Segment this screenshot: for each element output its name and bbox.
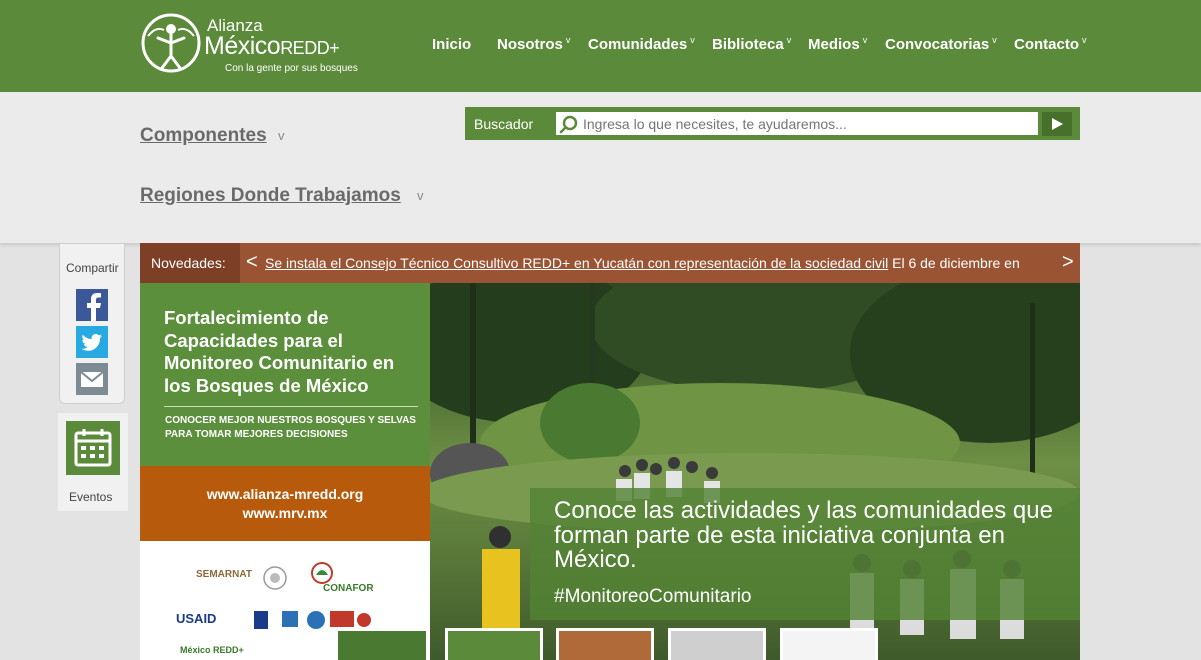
- ticker-label: Novedades:: [140, 243, 240, 283]
- chevron-down-icon: v: [690, 35, 695, 45]
- nav-biblioteca[interactable]: Biblioteca v: [712, 35, 792, 53]
- nav-inicio[interactable]: Inicio: [432, 36, 471, 53]
- nav-convocatorias[interactable]: Convocatorias v: [885, 35, 997, 53]
- search-icon: [559, 115, 578, 134]
- facebook-share-button[interactable]: [76, 289, 108, 321]
- carousel-thumb[interactable]: [335, 628, 429, 660]
- mexico-seal-icon: [263, 566, 287, 590]
- chevron-down-icon: v: [417, 188, 424, 203]
- nav-comunidades-label: Comunidades: [588, 36, 688, 53]
- hero-banner[interactable]: Fortalecimiento de Capacidades para el M…: [140, 283, 1080, 660]
- nav-nosotros[interactable]: Nosotros v: [497, 35, 571, 53]
- hero-info-panel: Fortalecimiento de Capacidades para el M…: [140, 283, 430, 466]
- calendar-tile: [66, 421, 120, 475]
- tree-person-logo-icon: [141, 13, 201, 73]
- events-button[interactable]: Eventos: [58, 413, 128, 511]
- mexico-redd-logo: México REDD+: [180, 645, 244, 655]
- twitter-icon: [81, 334, 102, 351]
- logo-redd-word: REDD+: [280, 38, 340, 58]
- facebook-icon: [87, 293, 101, 321]
- hero-panel-title: Fortalecimiento de Capacidades para el M…: [164, 307, 395, 396]
- ticker-trailing-text: El 6 de diciembre en: [888, 255, 1020, 271]
- hero-caption: Conoce las actividades y las comunidades…: [554, 497, 1053, 573]
- carousel-thumb[interactable]: [780, 628, 878, 660]
- chevron-down-icon: v: [992, 35, 997, 45]
- nav-contacto[interactable]: Contacto v: [1014, 35, 1087, 53]
- ticker-prev-button[interactable]: <: [246, 251, 258, 274]
- hero-caption-box: Conoce las actividades y las comunidades…: [530, 488, 1080, 620]
- chevron-down-icon: v: [862, 35, 868, 45]
- usaid-logo: USAID: [176, 611, 217, 626]
- ticker-text: Se instala el Consejo Técnico Consultivo…: [265, 255, 1055, 271]
- envelope-icon: [80, 371, 104, 387]
- conafor-logo: CONAFOR: [323, 583, 374, 594]
- carousel-thumb[interactable]: [556, 628, 654, 660]
- divider: [164, 406, 418, 407]
- chevron-down-icon: v: [278, 128, 285, 143]
- conafor-tree-icon: [311, 562, 333, 584]
- events-label: Eventos: [69, 490, 113, 504]
- nav-nosotros-label: Nosotros: [497, 36, 563, 53]
- ticker-news-link[interactable]: Se instala el Consejo Técnico Consultivo…: [265, 255, 888, 271]
- chevron-down-icon: v: [1082, 35, 1087, 45]
- site-logo[interactable]: Alianza MéxicoREDD+ Con la gente por sus…: [140, 10, 370, 80]
- hero-hashtag: #MonitoreoComunitario: [554, 586, 752, 607]
- twitter-share-button[interactable]: [76, 326, 108, 358]
- nav-inicio-label: Inicio: [432, 36, 472, 53]
- calendar-icon: [74, 429, 112, 467]
- ticker-next-button[interactable]: >: [1062, 251, 1074, 274]
- regiones-link[interactable]: Regiones Donde Trabajamos: [140, 185, 401, 207]
- nav-medios-label: Medios: [808, 36, 860, 53]
- search-input[interactable]: [556, 112, 1038, 135]
- chevron-down-icon: v: [786, 35, 792, 45]
- email-share-button[interactable]: [76, 363, 108, 395]
- carousel-thumb[interactable]: [668, 628, 766, 660]
- nav-comunidades[interactable]: Comunidades v: [588, 35, 695, 53]
- search-submit-button[interactable]: [1042, 112, 1072, 136]
- nav-convocatorias-label: Convocatorias: [885, 36, 990, 53]
- url-mrv: www.mrv.mx: [242, 505, 328, 521]
- hero-panel-subtitle: CONOCER MEJOR NUESTROS BOSQUES Y SELVAS …: [165, 415, 416, 440]
- chevron-down-icon: v: [565, 35, 571, 45]
- componentes-link[interactable]: Componentes: [140, 125, 267, 147]
- logo-tagline: Con la gente por sus bosques: [225, 63, 358, 74]
- play-arrow-icon: [1052, 118, 1063, 130]
- top-header: Alianza MéxicoREDD+ Con la gente por sus…: [0, 0, 1201, 92]
- url-alianza: www.alianza-mredd.org: [206, 486, 364, 502]
- nav-medios[interactable]: Medios v: [808, 35, 868, 53]
- search-label: Buscador: [474, 116, 534, 132]
- nav-contacto-label: Contacto: [1014, 36, 1079, 53]
- semarnat-logo: SEMARNAT: [196, 569, 252, 580]
- logo-mexico-text: MéxicoREDD+: [204, 32, 340, 61]
- share-label: Compartir: [66, 261, 119, 275]
- news-ticker: Novedades: < Se instala el Consejo Técni…: [140, 243, 1080, 283]
- logo-mexico-word: México: [204, 32, 281, 60]
- share-panel: Compartir: [59, 244, 125, 404]
- carousel-thumb[interactable]: [445, 628, 543, 660]
- hero-urls-panel: www.alianza-mredd.org www.mrv.mx: [140, 466, 430, 541]
- nav-biblioteca-label: Biblioteca: [712, 36, 784, 53]
